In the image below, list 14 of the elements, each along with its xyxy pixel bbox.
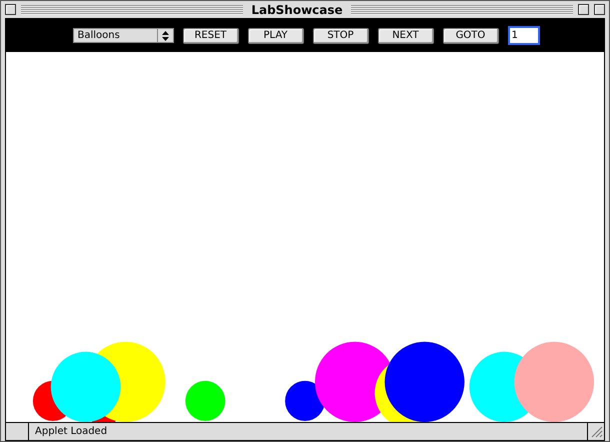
toolbar-button[interactable]: RESET [182,28,238,44]
collapse-box[interactable] [594,4,605,15]
window-title: LabShowcase [250,2,344,16]
status-text: Applet Loaded [29,423,588,440]
resize-grip-icon[interactable] [589,424,603,438]
toolbar-button[interactable]: PLAY [248,28,304,44]
toolbar-button[interactable]: GOTO [442,28,498,44]
zoom-box[interactable] [578,4,589,15]
close-box[interactable] [5,4,16,15]
toolbar-button[interactable]: STOP [312,28,368,44]
demo-select[interactable]: Balloons [72,28,174,43]
up-down-arrows-icon [162,30,168,40]
goto-field[interactable]: 1 [508,26,540,45]
toolbar-button[interactable]: NEXT [378,28,434,44]
